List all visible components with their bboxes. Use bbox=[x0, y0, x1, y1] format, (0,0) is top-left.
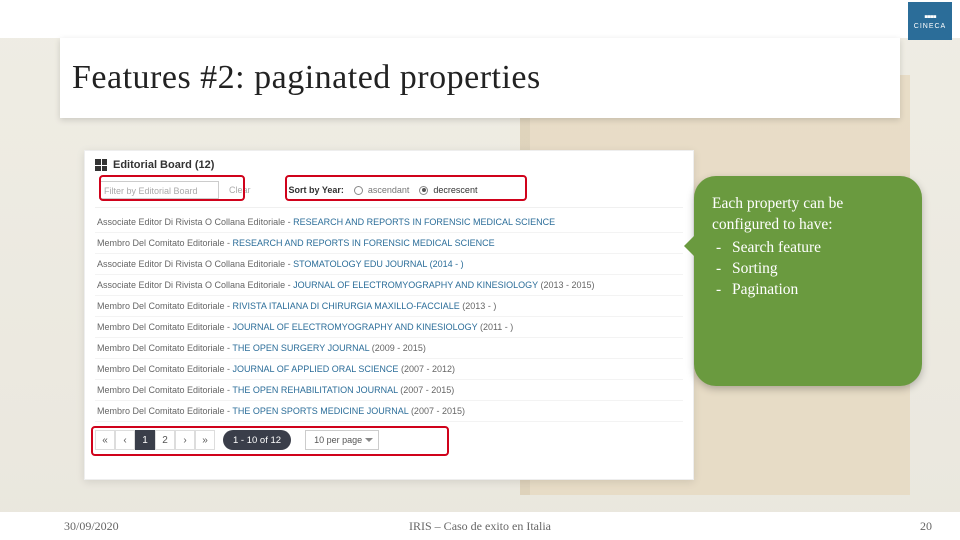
page-1[interactable]: 1 bbox=[135, 430, 155, 450]
list-item: Membro Del Comitato Editoriale - RESEARC… bbox=[95, 233, 683, 254]
radio-ascendant[interactable]: ascendant bbox=[354, 185, 410, 195]
callout-lead: Each property can be configured to have: bbox=[712, 194, 904, 236]
clear-button[interactable]: Clear bbox=[229, 185, 251, 195]
page-prev[interactable]: ‹ bbox=[115, 430, 135, 450]
list-item: Associate Editor Di Rivista O Collana Ed… bbox=[95, 275, 683, 296]
sort-label: Sort by Year: bbox=[289, 185, 344, 195]
list-item: Membro Del Comitato Editoriale - THE OPE… bbox=[95, 401, 683, 422]
callout-item: Search feature bbox=[712, 238, 904, 259]
rows: Associate Editor Di Rivista O Collana Ed… bbox=[95, 212, 683, 422]
list-item: Associate Editor Di Rivista O Collana Ed… bbox=[95, 212, 683, 233]
page-range: 1 - 10 of 12 bbox=[223, 430, 291, 450]
grid-icon bbox=[95, 159, 107, 171]
filter-input[interactable]: Filter by Editorial Board bbox=[99, 181, 219, 199]
list-item: Associate Editor Di Rivista O Collana Ed… bbox=[95, 254, 683, 275]
radio-decrescent[interactable]: decrescent bbox=[419, 185, 477, 195]
cineca-logo: ▪▪▪▪ CINECA bbox=[908, 2, 952, 40]
page-first[interactable]: « bbox=[95, 430, 115, 450]
logo-text: CINECA bbox=[914, 23, 946, 30]
callout-item: Pagination bbox=[712, 280, 904, 301]
callout-item: Sorting bbox=[712, 259, 904, 280]
footer-date: 30/09/2020 bbox=[64, 519, 119, 534]
page-next[interactable]: › bbox=[175, 430, 195, 450]
pagination-area: « ‹ 1 2 › » 1 - 10 of 12 10 per page bbox=[95, 430, 683, 450]
list-item: Membro Del Comitato Editoriale - THE OPE… bbox=[95, 338, 683, 359]
list-item: Membro Del Comitato Editoriale - JOURNAL… bbox=[95, 359, 683, 380]
list-item: Membro Del Comitato Editoriale - THE OPE… bbox=[95, 380, 683, 401]
toolbar: Filter by Editorial Board Clear Sort by … bbox=[95, 177, 683, 208]
title-card: Features #2: paginated properties bbox=[60, 38, 900, 118]
footer-page: 20 bbox=[920, 519, 932, 534]
callout-bubble: Each property can be configured to have:… bbox=[694, 176, 922, 386]
page-2[interactable]: 2 bbox=[155, 430, 175, 450]
per-page-select[interactable]: 10 per page bbox=[305, 430, 379, 450]
panel-title: Editorial Board (12) bbox=[113, 159, 214, 171]
footer-caption: IRIS – Caso de exito en Italia bbox=[409, 519, 551, 534]
page-last[interactable]: » bbox=[195, 430, 215, 450]
screenshot-panel: Editorial Board (12) Filter by Editorial… bbox=[84, 150, 694, 480]
list-item: Membro Del Comitato Editoriale - JOURNAL… bbox=[95, 317, 683, 338]
panel-header: Editorial Board (12) bbox=[95, 159, 683, 171]
slide-title: Features #2: paginated properties bbox=[72, 59, 541, 97]
list-item: Membro Del Comitato Editoriale - RIVISTA… bbox=[95, 296, 683, 317]
top-bar bbox=[0, 0, 960, 38]
footer: 30/09/2020 IRIS – Caso de exito en Itali… bbox=[0, 512, 960, 540]
